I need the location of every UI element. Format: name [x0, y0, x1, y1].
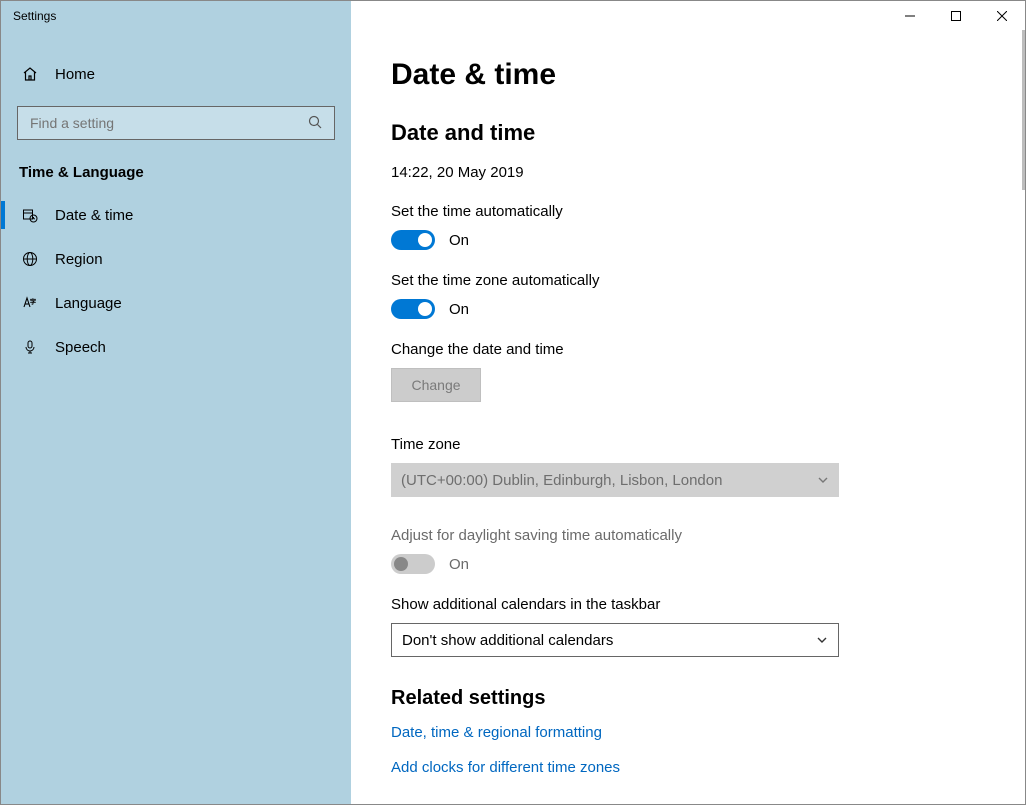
titlebar: Settings [1, 1, 1025, 30]
change-button[interactable]: Change [391, 368, 481, 402]
sidebar: Home Time & Language Date & time [1, 30, 351, 804]
additional-calendars-select[interactable]: Don't show additional calendars [391, 623, 839, 657]
search-icon [308, 115, 324, 131]
timezone-value: (UTC+00:00) Dublin, Edinburgh, Lisbon, L… [401, 472, 722, 489]
nav-item-speech[interactable]: Speech [17, 325, 335, 369]
close-button[interactable] [979, 1, 1025, 30]
dst-label: Adjust for daylight saving time automati… [391, 527, 985, 544]
auto-time-label: Set the time automatically [391, 203, 985, 220]
chevron-down-icon [817, 474, 829, 486]
change-datetime-label: Change the date and time [391, 341, 985, 358]
timezone-label: Time zone [391, 436, 985, 453]
nav-item-language[interactable]: 字 Language [17, 281, 335, 325]
page-title: Date & time [391, 58, 985, 92]
maximize-icon [951, 11, 961, 21]
scrollbar[interactable] [1022, 30, 1025, 190]
minimize-button[interactable] [887, 1, 933, 30]
chevron-down-icon [816, 634, 828, 646]
section-date-and-time: Date and time [391, 120, 985, 146]
home-icon [21, 66, 39, 82]
microphone-icon [21, 339, 39, 355]
link-add-clocks[interactable]: Add clocks for different time zones [391, 759, 985, 776]
settings-window: Settings Home [0, 0, 1026, 805]
nav-item-date-time[interactable]: Date & time [17, 193, 335, 237]
auto-timezone-state: On [449, 301, 469, 318]
svg-text:字: 字 [30, 298, 36, 306]
timezone-select[interactable]: (UTC+00:00) Dublin, Edinburgh, Lisbon, L… [391, 463, 839, 497]
search-box[interactable] [17, 106, 335, 140]
nav-item-label: Region [55, 251, 103, 268]
dst-state: On [449, 556, 469, 573]
additional-calendars-value: Don't show additional calendars [402, 632, 613, 649]
window-controls [887, 1, 1025, 30]
search-input[interactable] [28, 114, 308, 132]
auto-time-state: On [449, 232, 469, 249]
nav-list: Date & time Region 字 Language [17, 193, 335, 369]
related-settings: Related settings Date, time & regional f… [391, 687, 985, 776]
dst-toggle [391, 554, 435, 574]
nav-item-label: Language [55, 295, 122, 312]
calendar-clock-icon [21, 207, 39, 223]
auto-timezone-label: Set the time zone automatically [391, 272, 985, 289]
home-label: Home [55, 66, 95, 83]
nav-item-region[interactable]: Region [17, 237, 335, 281]
related-settings-head: Related settings [391, 687, 985, 710]
nav-item-label: Date & time [55, 207, 133, 224]
globe-icon [21, 251, 39, 267]
window-title: Settings [1, 9, 56, 23]
maximize-button[interactable] [933, 1, 979, 30]
auto-time-toggle[interactable] [391, 230, 435, 250]
main-panel: Date & time Date and time 14:22, 20 May … [351, 30, 1025, 804]
minimize-icon [905, 11, 915, 21]
close-icon [997, 11, 1007, 21]
language-icon: 字 [21, 295, 39, 311]
link-regional-formatting[interactable]: Date, time & regional formatting [391, 724, 985, 741]
home-button[interactable]: Home [17, 54, 335, 94]
section-title: Time & Language [19, 164, 335, 181]
current-datetime: 14:22, 20 May 2019 [391, 164, 985, 181]
nav-item-label: Speech [55, 339, 106, 356]
auto-timezone-toggle[interactable] [391, 299, 435, 319]
additional-calendars-label: Show additional calendars in the taskbar [391, 596, 985, 613]
